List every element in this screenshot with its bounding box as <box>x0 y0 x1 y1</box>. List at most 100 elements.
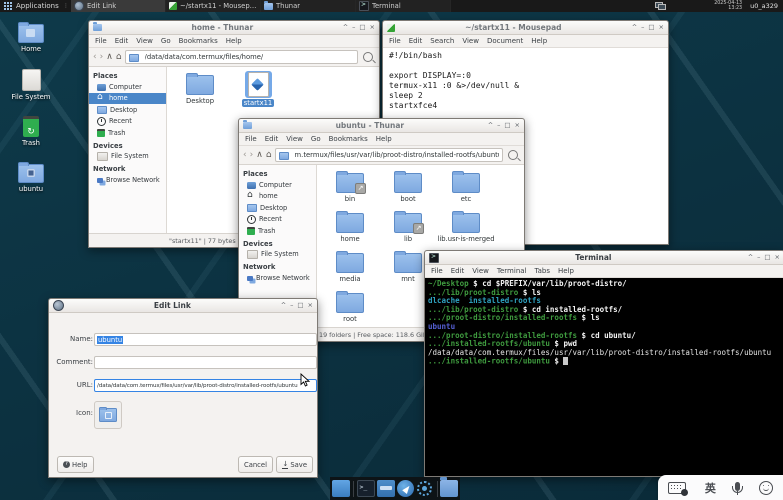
keyboard-icon[interactable] <box>668 482 686 494</box>
up-icon[interactable]: ∧ <box>106 49 113 65</box>
desktop-icon-ubuntu[interactable]: ubuntu <box>4 160 58 207</box>
menu-tabs[interactable]: Tabs <box>535 267 551 275</box>
rollup-button[interactable]: ^ <box>281 299 286 312</box>
taskbar-button-startx11-mousepad[interactable]: ~/startx11 - Mousepad <box>166 0 261 12</box>
titlebar-thunar-home[interactable]: home - Thunar ^–□× <box>89 21 379 35</box>
maximize-button[interactable]: □ <box>504 119 510 132</box>
titlebar-edit-link[interactable]: Edit Link ^–□× <box>49 299 317 313</box>
file-etc[interactable]: etc <box>437 169 495 209</box>
close-button[interactable]: × <box>775 251 780 264</box>
dock-folder-icon[interactable] <box>440 480 458 497</box>
search-icon[interactable] <box>508 150 518 160</box>
menu-help[interactable]: Help <box>376 135 392 143</box>
comment-input[interactable] <box>94 356 317 369</box>
sidebar-item-file-system[interactable]: File System <box>239 249 316 261</box>
titlebar-thunar-ubuntu[interactable]: ubuntu - Thunar ^–□× <box>239 119 524 133</box>
sidebar-item-recent[interactable]: Recent <box>239 214 316 226</box>
close-button[interactable]: × <box>308 299 313 312</box>
network-displays-icon[interactable] <box>655 2 666 10</box>
back-icon[interactable]: ‹ <box>243 147 247 163</box>
file-desktop[interactable]: Desktop <box>171 71 229 111</box>
desktop-icon-trash[interactable]: Trash <box>4 113 58 160</box>
minimize-button[interactable]: – <box>352 21 355 34</box>
file-bin[interactable]: ↗bin <box>321 169 379 209</box>
menu-file[interactable]: File <box>95 37 107 45</box>
maximize-button[interactable]: □ <box>764 251 770 264</box>
icon-picker-button[interactable] <box>94 401 122 429</box>
menu-help[interactable]: Help <box>558 267 574 275</box>
panel-clock[interactable]: 2025-04-13 13:23 <box>714 1 742 12</box>
sidebar-item-desktop[interactable]: Desktop <box>89 104 166 116</box>
taskbar-button-terminal[interactable]: Terminal <box>356 0 451 12</box>
file-startx11[interactable]: startx11 <box>229 71 287 111</box>
titlebar-mousepad[interactable]: ~/startx11 - Mousepad ^–□× <box>383 21 668 35</box>
minimize-button[interactable]: – <box>641 21 644 34</box>
sidebar-item-trash[interactable]: Trash <box>239 225 316 237</box>
url-input[interactable]: /data/data/com.termux/files/usr/var/lib/… <box>94 379 317 392</box>
file-home[interactable]: home <box>321 209 379 249</box>
save-button[interactable]: ↓Save <box>276 456 313 473</box>
rollup-button[interactable]: ^ <box>343 21 348 34</box>
menu-help[interactable]: Help <box>226 37 242 45</box>
minimize-button[interactable]: – <box>497 119 500 132</box>
close-button[interactable]: × <box>515 119 520 132</box>
cancel-button[interactable]: Cancel <box>238 456 273 473</box>
desktop-icon-home[interactable]: Home <box>4 20 58 67</box>
home-icon[interactable]: ⌂ <box>266 147 272 163</box>
microphone-icon[interactable] <box>735 482 740 491</box>
name-input[interactable]: ubuntu <box>94 333 317 346</box>
menu-bookmarks[interactable]: Bookmarks <box>179 37 218 45</box>
close-button[interactable]: × <box>659 21 664 34</box>
desktop-icon-file-system[interactable]: File System <box>4 67 58 114</box>
file-media[interactable]: media <box>321 249 379 289</box>
titlebar-terminal[interactable]: Terminal ^–□× <box>425 251 783 265</box>
taskbar-button-edit-link[interactable]: Edit Link <box>71 0 166 12</box>
dock-terminal-icon[interactable] <box>357 480 375 497</box>
menu-edit[interactable]: Edit <box>115 37 129 45</box>
search-icon[interactable] <box>363 52 373 62</box>
applications-menu-button[interactable]: Applications <box>0 0 63 12</box>
menu-terminal[interactable]: Terminal <box>497 267 527 275</box>
menu-view[interactable]: View <box>462 37 479 45</box>
sidebar-item-browse-network[interactable]: Browse Network <box>89 174 166 186</box>
menu-help[interactable]: Help <box>531 37 547 45</box>
menu-view[interactable]: View <box>136 37 153 45</box>
dock-browser-icon[interactable] <box>397 480 414 497</box>
menu-go[interactable]: Go <box>311 135 321 143</box>
file-lib-usr-is-merged[interactable]: lib.usr-is-merged <box>437 209 495 249</box>
menu-bookmarks[interactable]: Bookmarks <box>329 135 368 143</box>
sidebar-item-recent[interactable]: Recent <box>89 116 166 128</box>
menu-document[interactable]: Document <box>487 37 523 45</box>
maximize-button[interactable]: □ <box>359 21 365 34</box>
menu-edit[interactable]: Edit <box>451 267 465 275</box>
menu-file[interactable]: File <box>431 267 443 275</box>
menu-file[interactable]: File <box>245 135 257 143</box>
input-language-icon[interactable]: 英 <box>705 480 716 496</box>
maximize-button[interactable]: □ <box>297 299 303 312</box>
sidebar-item-home[interactable]: home <box>89 93 166 105</box>
dock-settings-icon[interactable] <box>416 480 434 497</box>
menu-view[interactable]: View <box>286 135 303 143</box>
menu-go[interactable]: Go <box>161 37 171 45</box>
sidebar-item-home[interactable]: home <box>239 191 316 203</box>
terminal-output[interactable]: ~/Desktop $ cd $PREFIX/var/lib/proot-dis… <box>425 278 783 476</box>
file-root[interactable]: root <box>321 289 379 327</box>
emoji-icon[interactable] <box>759 481 773 495</box>
menu-edit[interactable]: Edit <box>409 37 423 45</box>
sidebar-item-desktop[interactable]: Desktop <box>239 202 316 214</box>
maximize-button[interactable]: □ <box>648 21 654 34</box>
sidebar-item-file-system[interactable]: File System <box>89 151 166 163</box>
minimize-button[interactable]: – <box>757 251 760 264</box>
back-icon[interactable]: ‹ <box>93 49 97 65</box>
forward-icon[interactable]: › <box>100 49 104 65</box>
path-bar[interactable]: m.termux/files/usr/var/lib/proot-distro/… <box>275 148 503 162</box>
home-icon[interactable]: ⌂ <box>116 49 122 65</box>
dock-file-manager-icon[interactable] <box>377 480 395 497</box>
menu-edit[interactable]: Edit <box>265 135 279 143</box>
minimize-button[interactable]: – <box>290 299 293 312</box>
rollup-button[interactable]: ^ <box>488 119 493 132</box>
sidebar-item-browse-network[interactable]: Browse Network <box>239 272 316 284</box>
forward-icon[interactable]: › <box>250 147 254 163</box>
file-lib[interactable]: ↗lib <box>379 209 437 249</box>
help-button[interactable]: ?Help <box>57 456 94 473</box>
